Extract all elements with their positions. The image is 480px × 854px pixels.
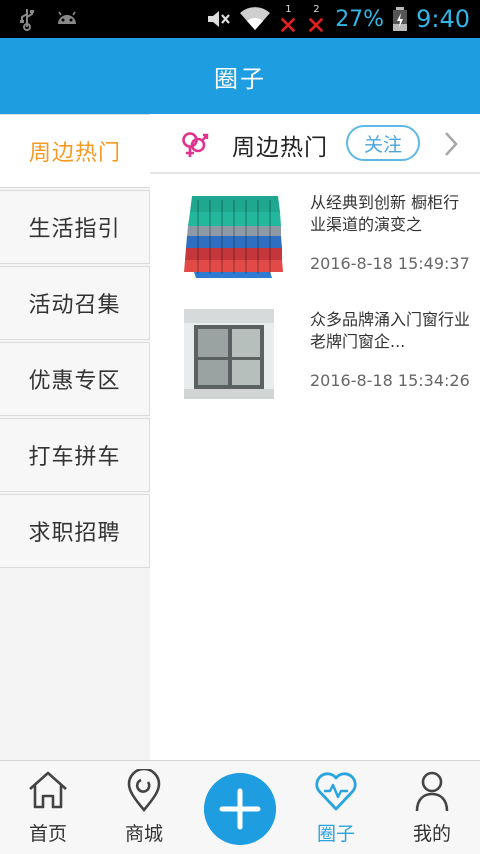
category-sidebar: 周边热门 生活指引 活动召集 优惠专区 打车拼车 求职招聘 bbox=[0, 114, 150, 760]
nav-home-label: 首页 bbox=[28, 823, 67, 845]
page-title: 圈子 bbox=[214, 64, 266, 93]
post-time: 2016-8-18 15:49:37 bbox=[310, 254, 470, 273]
sidebar-item-events[interactable]: 活动召集 bbox=[0, 266, 150, 340]
nav-profile[interactable]: 我的 bbox=[384, 761, 480, 854]
category-header: 周边热门 关注 bbox=[150, 114, 480, 174]
sidebar-item-life-guide[interactable]: 生活指引 bbox=[0, 190, 150, 264]
sim1-label: 1 bbox=[285, 4, 292, 15]
chevron-right-icon[interactable] bbox=[440, 128, 462, 160]
gender-symbol-icon bbox=[182, 132, 209, 157]
nav-profile-label: 我的 bbox=[412, 823, 451, 845]
sidebar-item-nearby-hot[interactable]: 周边热门 bbox=[0, 114, 150, 188]
sim2-label: 2 bbox=[313, 4, 320, 15]
person-icon bbox=[415, 771, 449, 812]
add-post-button[interactable] bbox=[204, 773, 276, 845]
sim1-no-signal-icon: 1 bbox=[279, 4, 299, 34]
clock: 9:40 bbox=[416, 5, 470, 33]
sim2-no-signal-icon: 2 bbox=[307, 4, 327, 34]
nav-mall[interactable]: 商城 bbox=[96, 761, 192, 854]
mute-icon bbox=[208, 11, 231, 27]
post-item[interactable]: 从经典到创新 橱柜行业渠道的演变之 2016-8-18 15:49:37 bbox=[150, 192, 480, 302]
nav-home[interactable]: 首页 bbox=[0, 761, 96, 854]
post-time: 2016-8-18 15:34:26 bbox=[310, 371, 470, 390]
heart-icon bbox=[315, 772, 357, 811]
bottom-navigation: 首页 商城 圈子 我的 bbox=[0, 760, 480, 854]
post-title: 从经典到创新 橱柜行业渠道的演变之 bbox=[310, 193, 460, 234]
usb-icon bbox=[20, 9, 34, 31]
post-item[interactable]: 众多品牌涌入门窗行业 老牌门窗企... 2016-8-18 15:34:26 bbox=[150, 309, 480, 419]
status-bar: 1 2 27% 9:40 bbox=[0, 0, 480, 38]
home-icon bbox=[29, 771, 67, 809]
follow-button[interactable]: 关注 bbox=[346, 125, 420, 161]
post-thumbnail-roof-tiles bbox=[174, 192, 286, 282]
nav-circle[interactable]: 圈子 bbox=[288, 761, 384, 854]
sidebar-item-deals[interactable]: 优惠专区 bbox=[0, 342, 150, 416]
post-title: 众多品牌涌入门窗行业 老牌门窗企... bbox=[310, 310, 471, 351]
location-pin-icon bbox=[127, 769, 161, 813]
post-thumbnail-window bbox=[184, 309, 274, 399]
content-panel: 周边热门 关注 从经典到创新 橱柜行业渠道的演变之 2016-8-18 15:4… bbox=[150, 114, 480, 760]
android-icon bbox=[58, 11, 76, 24]
sidebar-item-carpool[interactable]: 打车拼车 bbox=[0, 418, 150, 492]
category-title: 周边热门 bbox=[232, 135, 328, 161]
sidebar-item-jobs[interactable]: 求职招聘 bbox=[0, 494, 150, 568]
wifi-icon bbox=[240, 7, 271, 30]
nav-mall-label: 商城 bbox=[124, 823, 163, 845]
title-bar: 圈子 bbox=[0, 38, 480, 114]
battery-percent: 27% bbox=[335, 6, 385, 32]
battery-charging-icon bbox=[393, 7, 408, 31]
nav-circle-label: 圈子 bbox=[316, 823, 355, 845]
